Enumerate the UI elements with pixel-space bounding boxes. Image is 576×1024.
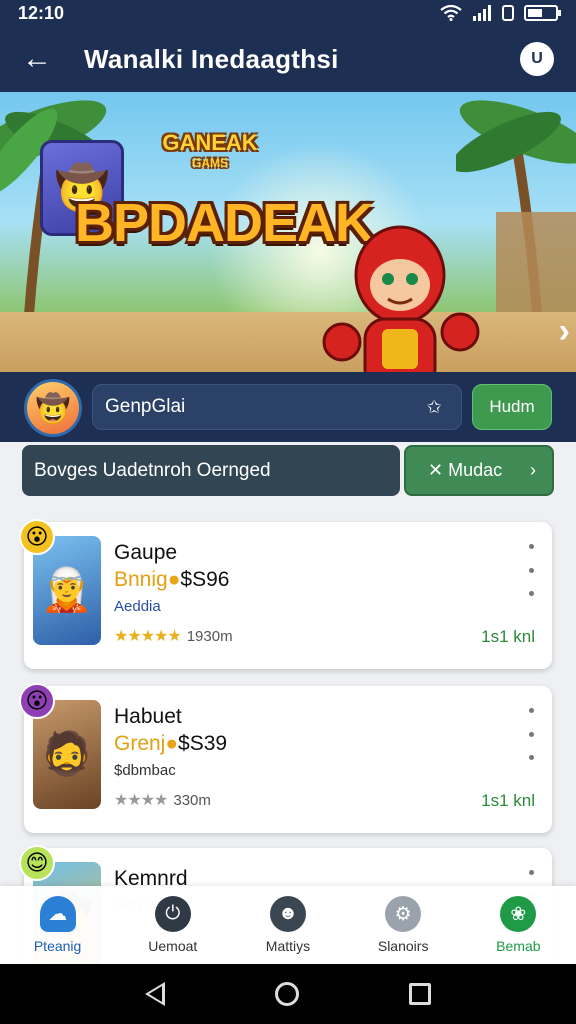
filter-button-label: Mudac — [448, 460, 503, 480]
game-size: 1s1 knl — [481, 791, 535, 810]
hero-logo-sub: GAMS — [192, 156, 228, 170]
system-home-icon[interactable] — [275, 982, 299, 1006]
avatar[interactable]: 🤠 — [24, 379, 82, 437]
game-rating: ★★★★ 330m — [114, 790, 211, 810]
filter-button-content: ✕ Mudac — [428, 460, 502, 481]
signal-icon — [473, 5, 491, 21]
nav-label: Bemab — [496, 938, 541, 954]
sim-icon — [502, 5, 514, 21]
clear-search-icon[interactable]: ✩ — [417, 390, 451, 424]
game-rating: ★★★★★ 1930m — [114, 626, 233, 646]
status-icons — [440, 5, 561, 21]
game-downloads: 330m — [173, 791, 211, 809]
cloud-icon: ☁ — [39, 896, 76, 932]
hero-logo: GANEAK GAMS — [160, 132, 260, 184]
battery-icon — [524, 5, 561, 21]
emoji-shock-icon: 😮 — [19, 683, 55, 719]
face-icon: ☻ — [269, 896, 306, 932]
nav-label: Slanoirs — [377, 938, 429, 954]
nav-item-uemoat[interactable]: ⏻ Uemoat — [119, 896, 227, 954]
profile-button[interactable]: U — [520, 42, 554, 76]
nav-label: Mattiys — [265, 938, 311, 954]
nav-item-slanoirs[interactable]: ⚙ Slanoirs — [349, 896, 457, 954]
power-icon: ⏻ — [154, 896, 191, 932]
coin-icon: ● — [167, 568, 181, 591]
star-rating-icon: ★★★★ — [114, 792, 168, 809]
game-name: Gaupe — [114, 541, 178, 564]
more-options-icon[interactable] — [522, 544, 540, 596]
search-input[interactable]: GenpGlai ✩ — [92, 384, 462, 430]
back-arrow-icon[interactable]: ← — [22, 42, 62, 76]
nav-label: Uemoat — [148, 938, 198, 954]
game-price: Bnnig●$S96 — [114, 568, 229, 592]
chevron-right-icon: › — [530, 460, 536, 480]
filter-row: Bovges Uadetnroh Oernged ✕ Mudac › — [22, 445, 554, 496]
close-icon: ✕ — [428, 460, 444, 480]
game-price: Grenj●$S39 — [114, 732, 227, 756]
nav-item-mattiys[interactable]: ☻ Mattiys — [234, 896, 342, 954]
more-options-icon[interactable] — [522, 708, 540, 760]
system-back-icon[interactable] — [145, 982, 165, 1006]
emoji-smile-icon: 😊 — [19, 845, 55, 881]
bottom-navigation: ☁ Pteanig ⏻ Uemoat ☻ Mattiys ⚙ Slanoirs … — [0, 886, 576, 964]
filter-label[interactable]: Bovges Uadetnroh Oernged — [22, 445, 400, 496]
search-input-value: GenpGlai — [105, 396, 186, 417]
coin-icon: ● — [165, 732, 179, 755]
system-recents-icon[interactable] — [409, 983, 431, 1005]
shirt-icon: ⚙ — [385, 896, 422, 932]
star-rating-icon: ★★★★★ — [114, 628, 182, 645]
game-subtitle: $dbmbac — [114, 762, 176, 779]
nav-item-pteanig[interactable]: ☁ Pteanig — [4, 896, 112, 954]
game-size: 1s1 knl — [481, 627, 535, 646]
status-time: 12:10 — [18, 2, 65, 23]
search-row: 🤠 GenpGlai ✩ Hudm — [0, 372, 576, 442]
hero-character — [322, 225, 480, 382]
nav-item-bemab[interactable]: ❀ Bemab — [464, 896, 572, 954]
game-price-value: $S39 — [178, 732, 228, 755]
hero-banner[interactable]: 🤠 GANEAK GAMS BPDADEAK 🤰🤰🤰🤰 ❤ 1068 1900 … — [0, 92, 576, 382]
status-bar: 12:10 — [0, 0, 576, 26]
app-bar: ← Wanalki Inedaagthsi U — [0, 26, 576, 92]
leaf-icon: ❀ — [500, 896, 537, 932]
game-downloads: 1930m — [186, 627, 233, 645]
hero-logo-text: GANEAK — [162, 130, 258, 155]
game-name: Habuet — [114, 705, 182, 728]
game-subtitle: Aeddia — [114, 598, 161, 615]
game-price-prefix: Bnnig — [114, 568, 168, 591]
nav-label: Pteanig — [33, 938, 82, 954]
game-price-value: $S96 — [180, 568, 230, 591]
filter-button[interactable]: ✕ Mudac › — [404, 445, 554, 496]
wifi-icon — [440, 5, 462, 21]
carousel-next-icon[interactable]: › — [559, 312, 570, 351]
system-navigation-bar — [0, 964, 576, 1024]
list-item[interactable]: 🧔 😮 Habuet Grenj●$S39 $dbmbac ★★★★ 330m … — [19, 683, 552, 833]
list-item[interactable]: 🧝 😮 Gaupe Bnnig●$S96 Aeddia ★★★★★ 1930m … — [19, 519, 552, 669]
game-price-prefix: Grenj — [114, 732, 166, 755]
search-button[interactable]: Hudm — [472, 384, 552, 430]
page-title: Wanalki Inedaagthsi — [84, 43, 339, 74]
emoji-shock-icon: 😮 — [19, 519, 55, 555]
